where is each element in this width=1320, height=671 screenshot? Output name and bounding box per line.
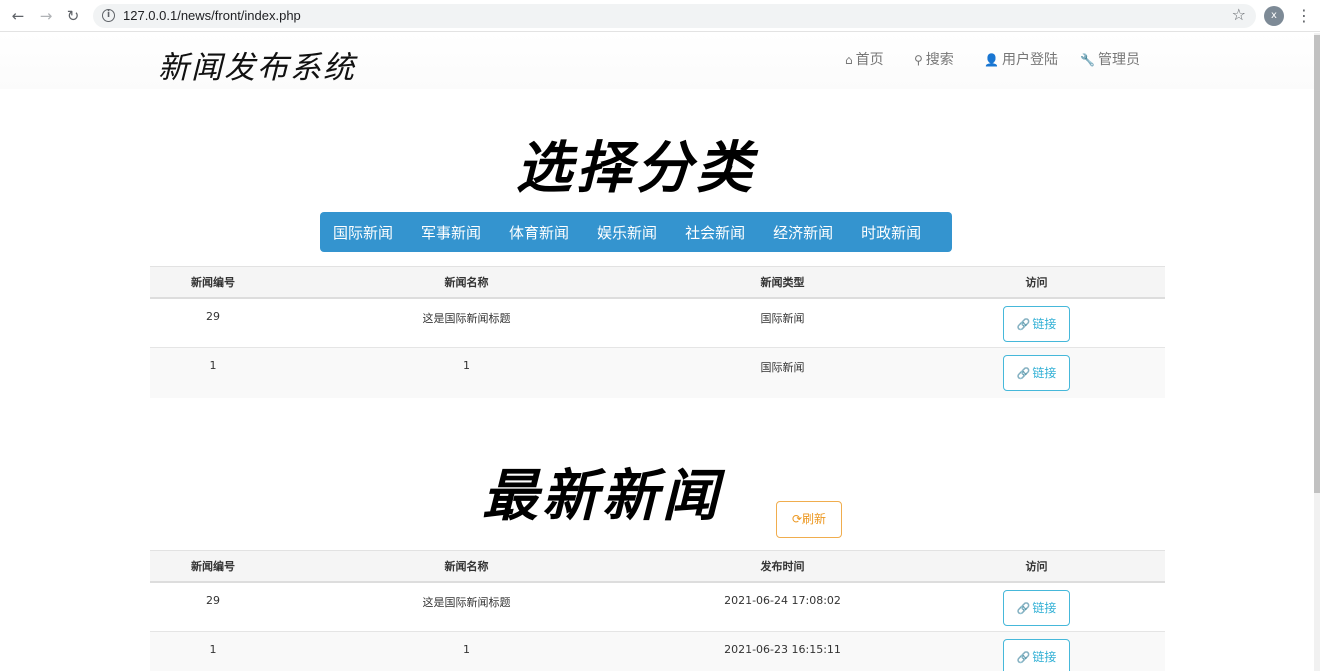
col-news-name: 新闻名称	[276, 266, 657, 299]
col-news-name: 新闻名称	[276, 550, 657, 583]
nav-admin-label: 管理员	[1097, 52, 1140, 68]
category-economy[interactable]: 经济新闻	[773, 222, 833, 243]
nav-home-label: 首页	[855, 52, 884, 68]
col-news-type: 新闻类型	[657, 266, 908, 299]
table-row: 29 这是国际新闻标题 国际新闻 🔗 链接	[150, 297, 1165, 348]
link-icon: 🔗	[1016, 601, 1031, 615]
link-button[interactable]: 🔗 链接	[1003, 589, 1070, 626]
wrench-icon: 🔧	[1080, 53, 1095, 67]
nav-user-login[interactable]: 👤 用户登陆	[984, 49, 1058, 69]
cell-news-type: 国际新闻	[657, 297, 908, 348]
col-visit: 访问	[908, 550, 1165, 583]
cell-news-type: 国际新闻	[657, 347, 908, 398]
table-header-row: 新闻编号 新闻名称 发布时间 访问	[150, 550, 1165, 583]
bookmark-star-icon[interactable]: ☆	[1232, 5, 1246, 24]
nav-search[interactable]: ⚲ 搜索	[914, 49, 954, 69]
link-icon: 🔗	[1016, 651, 1031, 664]
refresh-icon: ⟳	[791, 512, 803, 526]
site-logo[interactable]: 新闻发布系统	[158, 42, 356, 87]
col-news-id: 新闻编号	[150, 266, 276, 299]
back-icon[interactable]: ←	[8, 6, 28, 26]
cell-publish-time: 2021-06-24 17:08:02	[657, 581, 908, 632]
scrollbar-thumb[interactable]	[1314, 35, 1320, 493]
cell-news-name: 这是国际新闻标题	[276, 581, 657, 632]
user-icon: 👤	[984, 53, 999, 67]
latest-section-title: 最新新闻	[482, 463, 722, 529]
link-icon: 🔗	[1016, 317, 1031, 331]
latest-news-table: 新闻编号 新闻名称 发布时间 访问 29 这是国际新闻标题 2021-06-24…	[150, 550, 1165, 671]
col-publish-time: 发布时间	[657, 550, 908, 583]
page: 新闻发布系统 ⌂ 首页 ⚲ 搜索 👤 用户登陆 🔧 管理员 选择分类 国际新闻 军事新闻…	[0, 33, 1314, 671]
category-sports[interactable]: 体育新闻	[509, 222, 569, 243]
search-icon: ⚲	[914, 53, 923, 67]
table-row: 29 这是国际新闻标题 2021-06-24 17:08:02 🔗 链接	[150, 581, 1165, 632]
site-info-icon[interactable]: i	[102, 9, 115, 22]
profile-avatar[interactable]: x	[1264, 6, 1284, 26]
link-button[interactable]: 🔗 链接	[1003, 355, 1070, 391]
site-header: 新闻发布系统 ⌂ 首页 ⚲ 搜索 👤 用户登陆 🔧 管理员	[0, 33, 1314, 89]
nav-search-label: 搜索	[925, 52, 954, 68]
forward-icon[interactable]: →	[36, 6, 56, 26]
cell-news-name: 这是国际新闻标题	[276, 297, 657, 348]
table-row: 1 1 2021-06-23 16:15:11 🔗 链接	[150, 631, 1165, 671]
category-politics[interactable]: 时政新闻	[861, 222, 921, 243]
cell-news-name: 1	[276, 347, 657, 398]
refresh-button[interactable]: ⟳刷新	[776, 501, 842, 538]
link-button-label: 链接	[1032, 650, 1057, 664]
browser-menu-icon[interactable]: ⋮	[1296, 6, 1312, 26]
refresh-button-label: 刷新	[802, 512, 827, 526]
reload-icon[interactable]: ↻	[63, 6, 83, 26]
address-bar[interactable]: i 127.0.0.1/news/front/index.php ☆	[93, 4, 1256, 28]
table-row: 1 1 国际新闻 🔗 链接	[150, 347, 1165, 398]
link-button[interactable]: 🔗 链接	[1003, 639, 1070, 671]
cell-publish-time: 2021-06-23 16:15:11	[657, 631, 908, 671]
category-society[interactable]: 社会新闻	[685, 222, 745, 243]
cell-news-id: 29	[150, 297, 276, 348]
link-button[interactable]: 🔗 链接	[1003, 305, 1070, 342]
col-visit: 访问	[908, 266, 1165, 299]
nav-home[interactable]: ⌂ 首页	[845, 49, 884, 69]
category-military[interactable]: 军事新闻	[421, 222, 481, 243]
link-button-label: 链接	[1032, 316, 1057, 331]
cell-news-id: 1	[150, 631, 276, 671]
browser-toolbar: ← → ↻ i 127.0.0.1/news/front/index.php ☆…	[0, 0, 1320, 32]
category-entertainment[interactable]: 娱乐新闻	[597, 222, 657, 243]
col-news-id: 新闻编号	[150, 550, 276, 583]
home-icon: ⌂	[845, 53, 853, 67]
cell-news-id: 29	[150, 581, 276, 632]
url-text[interactable]: 127.0.0.1/news/front/index.php	[123, 8, 301, 23]
link-icon: 🔗	[1016, 367, 1031, 380]
table-header-row: 新闻编号 新闻名称 新闻类型 访问	[150, 266, 1165, 299]
cell-news-name: 1	[276, 631, 657, 671]
category-section-title: 选择分类	[516, 135, 756, 201]
cell-news-id: 1	[150, 347, 276, 398]
link-button-label: 链接	[1032, 366, 1057, 380]
nav-user-login-label: 用户登陆	[1001, 52, 1058, 68]
category-news-table: 新闻编号 新闻名称 新闻类型 访问 29 这是国际新闻标题 国际新闻 🔗 链接 1…	[150, 266, 1165, 398]
nav-admin[interactable]: 🔧 管理员	[1080, 49, 1140, 69]
link-button-label: 链接	[1032, 600, 1057, 615]
page-scrollbar[interactable]	[1314, 33, 1320, 671]
category-international[interactable]: 国际新闻	[333, 222, 393, 243]
category-bar: 国际新闻 军事新闻 体育新闻 娱乐新闻 社会新闻 经济新闻 时政新闻	[320, 212, 952, 252]
